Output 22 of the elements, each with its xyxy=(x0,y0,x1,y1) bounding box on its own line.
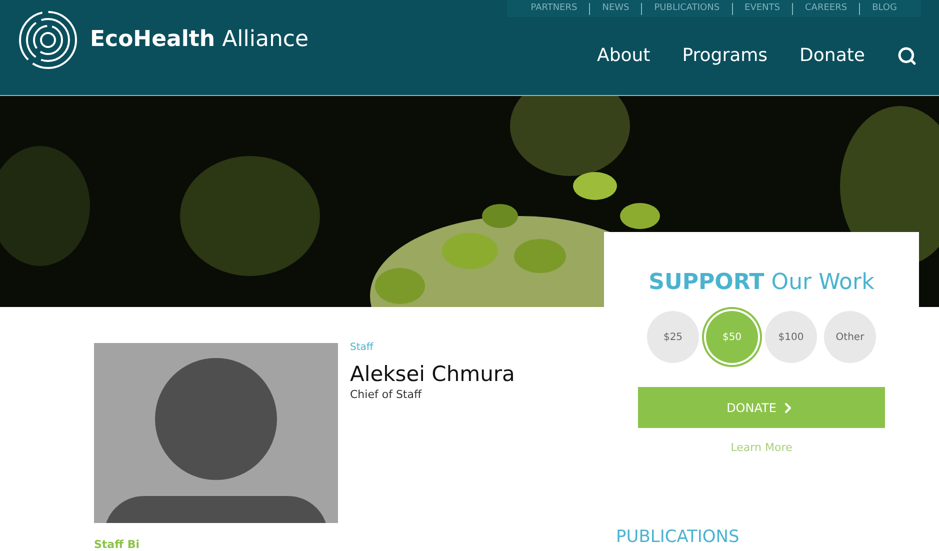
amount-option[interactable]: $100 xyxy=(765,311,817,363)
top-link[interactable]: PUBLICATIONS xyxy=(654,2,720,16)
top-link[interactable]: BLOG xyxy=(872,2,897,16)
logo-text[interactable]: EcoHealth Alliance xyxy=(90,29,309,51)
top-link[interactable]: PARTNERS xyxy=(530,2,578,16)
section-heading: Staff Bi xyxy=(94,539,140,550)
top-link[interactable]: NEWS xyxy=(602,2,630,16)
donate-button[interactable]: DONATE xyxy=(638,387,885,428)
top-link[interactable]: EVENTS xyxy=(744,2,780,16)
amount-option[interactable]: Other xyxy=(824,311,876,363)
nav-link[interactable]: About xyxy=(597,42,650,69)
top-link[interactable]: CAREERS xyxy=(805,2,848,16)
category-label[interactable]: Staff xyxy=(350,340,515,355)
nav-link[interactable]: Donate xyxy=(800,42,865,69)
search-icon[interactable] xyxy=(897,46,917,66)
publications-heading: PUBLICATIONS xyxy=(616,527,740,548)
amount-option[interactable]: $25 xyxy=(647,311,699,363)
nav-link[interactable]: Programs xyxy=(682,42,768,69)
support-heading: SUPPORT Our Work xyxy=(648,269,874,297)
person-role: Chief of Staff xyxy=(350,387,423,404)
person-name: Aleksei Chmura xyxy=(350,361,515,388)
amount-option[interactable]: $50 xyxy=(706,311,758,363)
